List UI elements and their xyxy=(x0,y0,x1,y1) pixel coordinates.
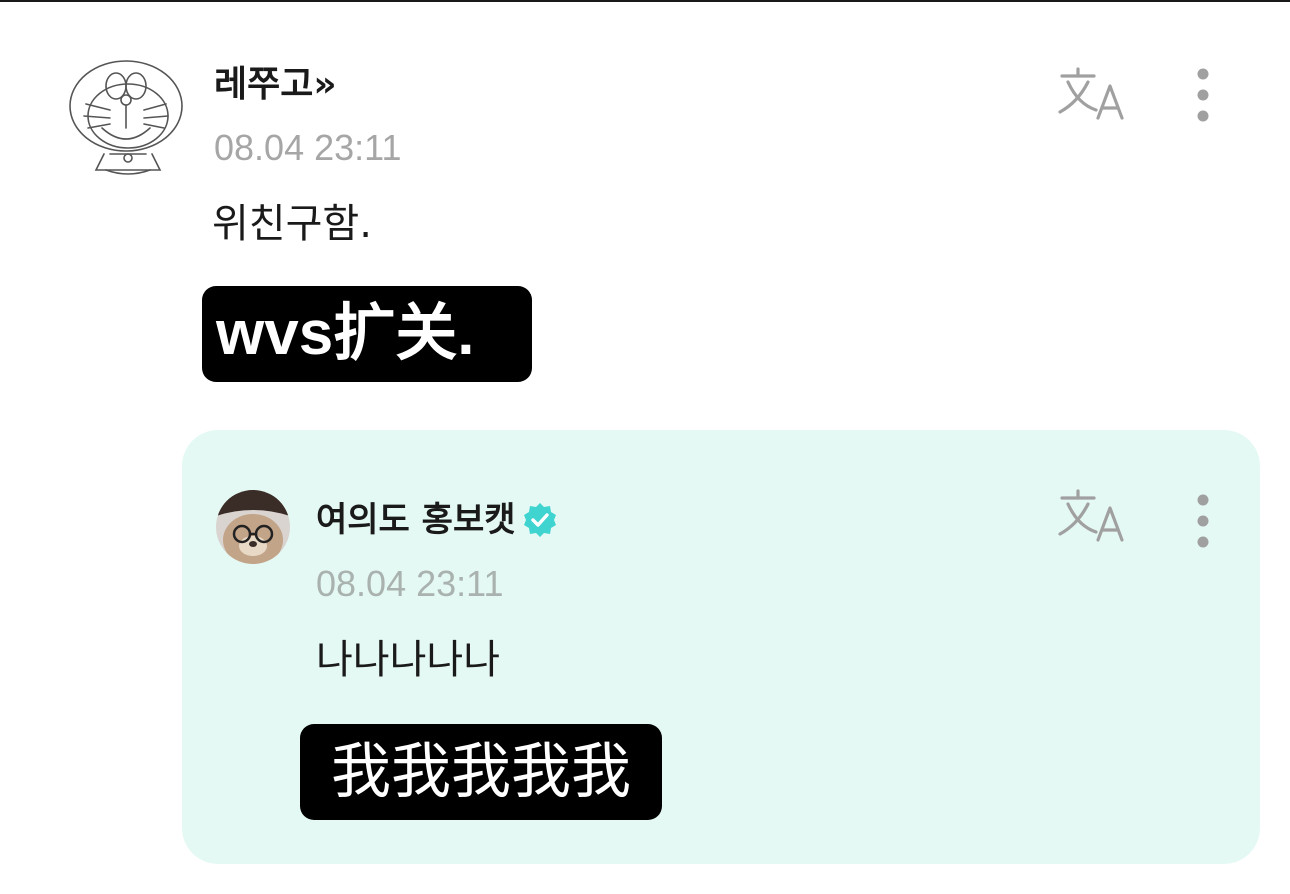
reply-username-label: 여의도 홍보캣 xyxy=(316,500,516,540)
reply-translate-button[interactable] xyxy=(1056,486,1128,546)
more-vertical-icon xyxy=(1197,68,1209,122)
translate-icon xyxy=(1058,489,1124,542)
reply-username[interactable]: 여의도 홍보캣 xyxy=(316,496,560,544)
comment: 레쭈고» 08.04 23:11 위친구함. wvs扩关. xyxy=(0,0,1290,410)
caption-overlay: wvs扩关. xyxy=(202,286,532,382)
reply: 여의도 홍보캣 08.04 23:11 나나나나나 我我我我我 xyxy=(182,430,1260,864)
translate-icon xyxy=(1058,67,1124,120)
bear-hat-avatar-icon xyxy=(216,490,290,564)
reply-caption-overlay: 我我我我我 xyxy=(300,724,662,820)
reply-timestamp: 08.04 23:11 xyxy=(316,563,504,604)
verified-badge-icon xyxy=(520,500,560,540)
avatar[interactable] xyxy=(66,58,190,176)
more-options-button[interactable] xyxy=(1188,62,1218,132)
reply-more-options-button[interactable] xyxy=(1188,488,1218,558)
doraemon-doodle-icon xyxy=(69,60,183,175)
reply-text: 나나나나나 xyxy=(316,637,500,683)
more-vertical-icon xyxy=(1197,494,1209,548)
translate-button[interactable] xyxy=(1056,64,1128,124)
comment-text: 위친구함. xyxy=(212,201,372,247)
username[interactable]: 레쭈고» xyxy=(214,60,337,110)
timestamp: 08.04 23:11 xyxy=(214,127,402,168)
reply-avatar[interactable] xyxy=(216,490,290,564)
page: 레쭈고» 08.04 23:11 위친구함. wvs扩关. 여의도 홍보캣 08… xyxy=(0,0,1290,894)
